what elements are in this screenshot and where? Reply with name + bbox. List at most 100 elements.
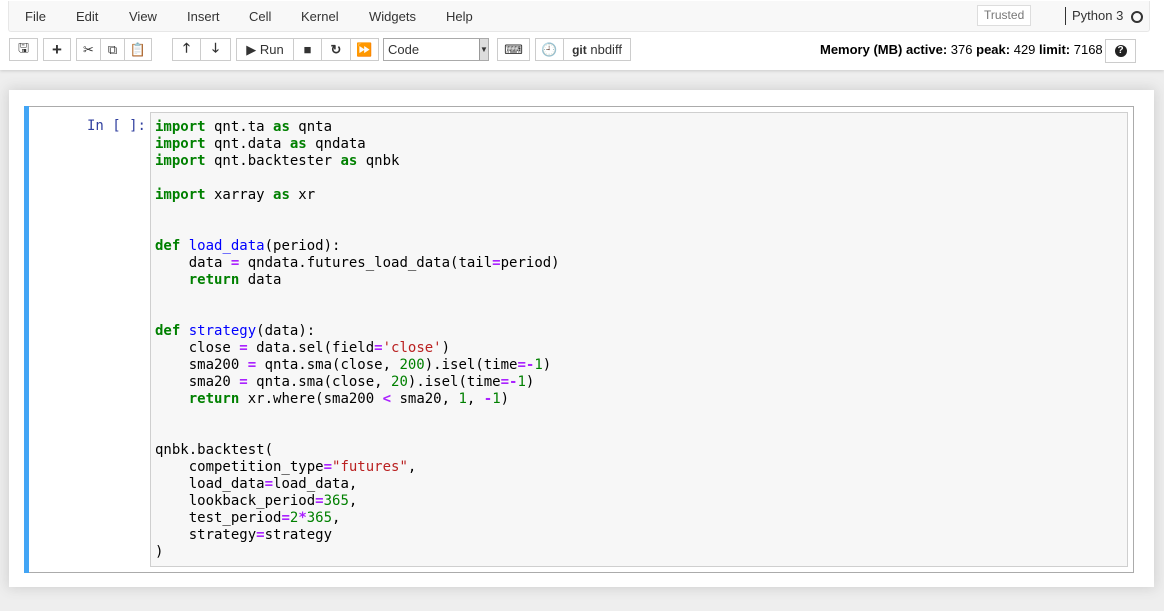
code-token: 'close' [382,340,442,356]
code-token: = [281,510,290,526]
nbdiff-label: nbdiff [590,42,622,57]
cell-type-value: Code [388,42,420,57]
menu-view[interactable]: View [129,9,157,24]
memory-label: Memory (MB) [820,42,903,57]
code-token: qnta.sma(close, [247,374,392,390]
restart-button[interactable]: ↻ [321,38,351,61]
copy-button[interactable]: ⧉ [100,38,125,61]
code-token: xarray [205,187,274,203]
code-token: sma200 [155,357,248,373]
code-token: sma20 [155,374,240,390]
code-token: import [155,187,206,203]
keyboard-icon: ⌨ [504,41,523,57]
run-all-button[interactable]: ⏩ [350,38,379,61]
cell-type-select[interactable]: Code ▼ [383,38,489,61]
code-line: data = qndata.futures_load_data(tail=per… [155,255,560,272]
code-token: 1 [534,357,543,373]
code-line: import qnt.data as qndata [155,136,560,153]
code-token: strategy [155,527,257,543]
code-line: competition_type="futures", [155,459,560,476]
code-token: import [155,136,206,152]
code-line: ) [155,544,560,561]
menu-file[interactable]: File [25,9,46,24]
play-icon: ▶ [246,41,257,57]
input-prompt: In [ ]: [86,118,146,134]
code-token: competition_type [155,459,324,475]
code-token: qnbk [357,153,400,169]
menu-help[interactable]: Help [446,9,473,24]
code-token: 365 [306,510,333,526]
move-up-button[interactable]: 🡑 [172,38,201,61]
code-token: ) [542,357,552,373]
code-token: period) [500,255,560,271]
run-button[interactable]: ▶ Run [236,38,294,61]
move-down-button[interactable]: 🡓 [200,38,231,61]
interrupt-button[interactable]: ■ [293,38,322,61]
code-token: = [256,527,265,543]
code-token: test_period [155,510,282,526]
code-token: 200 [399,357,425,373]
help-button[interactable]: ? [1105,39,1136,63]
history-button[interactable]: 🕘 [535,38,564,61]
code-line: load_data=load_data, [155,476,560,493]
trusted-indicator[interactable]: Trusted [977,5,1032,26]
code-line: def load_data(period): [155,238,560,255]
question-icon: ? [1114,45,1127,57]
command-palette-button[interactable]: ⌨ [497,38,530,61]
paste-icon: 📋 [129,41,147,57]
code-token: = [374,340,383,356]
code-token: ).isel(time [424,357,518,373]
menu-kernel[interactable]: Kernel [301,9,339,24]
code-token: data [239,272,282,288]
code-token: (period): [264,238,341,254]
code-token: as [273,119,290,135]
notebook-header: File Edit View Insert Cell Kernel Widget… [0,0,1164,70]
code-token: ).isel(time [407,374,501,390]
stop-icon: ■ [303,42,312,57]
insert-cell-button[interactable]: + [43,38,71,61]
code-token: return [188,272,240,288]
code-token: , [348,493,358,509]
code-token: = [315,493,324,509]
code-token: , [332,510,341,526]
code-line: return data [155,272,560,289]
paste-button[interactable]: 📋 [124,38,152,61]
code-editor[interactable]: import qnt.ta as qnta import qnt.data as … [150,112,1128,567]
code-token: = [239,340,248,356]
menu-widgets[interactable]: Widgets [369,9,416,24]
memory-limit: 7168 [1073,42,1103,57]
code-token: < [382,391,392,407]
code-token: 1 [458,391,467,407]
code-token: strategy [188,323,257,339]
code-token: import [155,119,206,135]
save-button[interactable]: 🖫 [9,38,38,61]
code-line: close = data.sel(field='close') [155,340,560,357]
code-line: test_period=2*365, [155,510,560,527]
menu-cell[interactable]: Cell [249,9,271,24]
code-token: = [492,255,501,271]
code-token: xr [289,187,316,203]
memory-usage: Memory (MB) active: 376 peak: 429 limit:… [820,42,1103,57]
code-line: lookback_period=365, [155,493,560,510]
code-token: load_data [188,238,265,254]
nbdiff-button[interactable]: git nbdiff [563,38,631,61]
code-token: qnt.ta [205,119,274,135]
code-line: strategy=strategy [155,527,560,544]
code-token: as [289,136,307,152]
code-line: return xr.where(sma200 < sma20, 1, -1) [155,391,560,408]
code-token: load_data [155,476,265,492]
code-token: qnbk.backtest( [155,442,274,458]
code-token: close [155,340,240,356]
code-token: qndata [306,136,366,152]
git-icon: git [572,42,587,57]
cut-button[interactable]: ✂ [76,38,101,61]
menu-insert[interactable]: Insert [187,9,220,24]
menu-edit[interactable]: Edit [76,9,98,24]
code-token: ) [155,544,164,560]
code-token: , [466,391,484,407]
